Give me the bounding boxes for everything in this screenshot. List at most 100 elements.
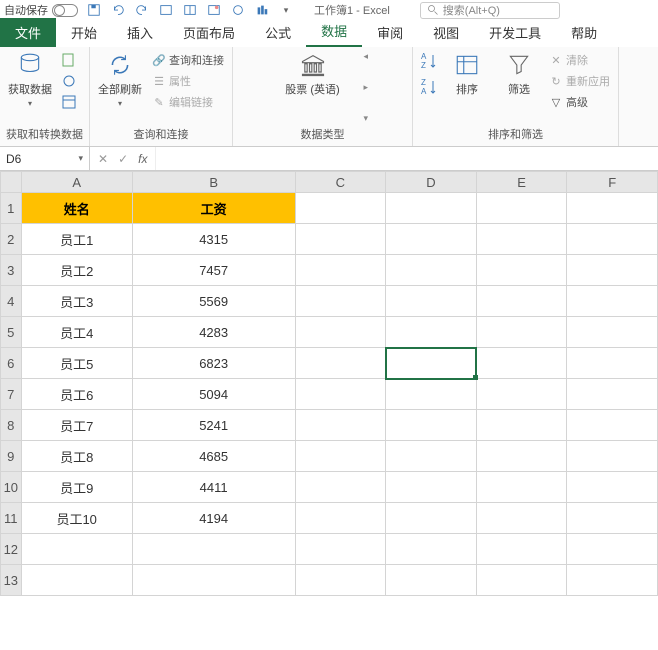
cell-A1[interactable]: 姓名 — [21, 193, 132, 224]
cell-E9[interactable] — [476, 441, 567, 472]
cell-F10[interactable] — [567, 472, 658, 503]
col-header-A[interactable]: A — [21, 172, 132, 193]
cell-F4[interactable] — [567, 286, 658, 317]
col-header-B[interactable]: B — [132, 172, 295, 193]
scroll-left-icon[interactable]: ◂ — [364, 51, 378, 62]
from-web-icon[interactable] — [60, 72, 78, 90]
cell-C6[interactable] — [295, 348, 386, 379]
cell-E5[interactable] — [476, 317, 567, 348]
row-header-13[interactable]: 13 — [1, 565, 22, 596]
cell-E12[interactable] — [476, 534, 567, 565]
cell-C9[interactable] — [295, 441, 386, 472]
spreadsheet-grid[interactable]: ABCDEF1姓名工资2员工143153员工274574员工355695员工44… — [0, 171, 658, 596]
qat-icon[interactable] — [230, 2, 246, 18]
cell-A7[interactable]: 员工6 — [21, 379, 132, 410]
cell-D5[interactable] — [386, 317, 477, 348]
sort-button[interactable]: 排序 — [443, 51, 491, 97]
row-header-12[interactable]: 12 — [1, 534, 22, 565]
col-header-E[interactable]: E — [476, 172, 567, 193]
reapply-button[interactable]: ↻重新应用 — [547, 72, 612, 90]
clear-button[interactable]: ✕清除 — [547, 51, 612, 69]
cell-C10[interactable] — [295, 472, 386, 503]
undo-icon[interactable] — [110, 2, 126, 18]
tab-review[interactable]: 审阅 — [362, 18, 418, 47]
sort-desc-button[interactable]: ZA — [419, 77, 439, 97]
redo-icon[interactable] — [134, 2, 150, 18]
qat-icon[interactable] — [254, 2, 270, 18]
cell-E3[interactable] — [476, 255, 567, 286]
cell-C3[interactable] — [295, 255, 386, 286]
cell-F9[interactable] — [567, 441, 658, 472]
cell-B4[interactable]: 5569 — [132, 286, 295, 317]
cell-D8[interactable] — [386, 410, 477, 441]
row-header-6[interactable]: 6 — [1, 348, 22, 379]
cell-D4[interactable] — [386, 286, 477, 317]
cell-E1[interactable] — [476, 193, 567, 224]
chevron-down-icon[interactable]: ▾ — [364, 113, 378, 124]
row-header-2[interactable]: 2 — [1, 224, 22, 255]
get-data-button[interactable]: 获取数据 ▾ — [6, 51, 54, 108]
row-header-7[interactable]: 7 — [1, 379, 22, 410]
cell-A13[interactable] — [21, 565, 132, 596]
fx-icon[interactable]: fx — [138, 152, 147, 166]
col-header-D[interactable]: D — [386, 172, 477, 193]
row-header-5[interactable]: 5 — [1, 317, 22, 348]
cell-D6[interactable] — [386, 348, 477, 379]
cell-D3[interactable] — [386, 255, 477, 286]
toggle-icon[interactable] — [52, 4, 78, 17]
cell-A11[interactable]: 员工10 — [21, 503, 132, 534]
cell-F7[interactable] — [567, 379, 658, 410]
cell-A8[interactable]: 员工7 — [21, 410, 132, 441]
cell-B5[interactable]: 4283 — [132, 317, 295, 348]
row-header-4[interactable]: 4 — [1, 286, 22, 317]
cell-E10[interactable] — [476, 472, 567, 503]
cell-E6[interactable] — [476, 348, 567, 379]
tab-data[interactable]: 数据 — [306, 16, 362, 47]
cell-D7[interactable] — [386, 379, 477, 410]
enter-icon[interactable]: ✓ — [118, 152, 128, 166]
cell-E7[interactable] — [476, 379, 567, 410]
cell-C13[interactable] — [295, 565, 386, 596]
cell-D9[interactable] — [386, 441, 477, 472]
queries-button[interactable]: 🔗查询和连接 — [150, 51, 226, 69]
save-icon[interactable] — [86, 2, 102, 18]
cell-E4[interactable] — [476, 286, 567, 317]
sort-asc-button[interactable]: AZ — [419, 51, 439, 71]
filter-button[interactable]: 筛选 — [495, 51, 543, 97]
search-box[interactable]: 搜索(Alt+Q) — [420, 2, 560, 19]
cell-F5[interactable] — [567, 317, 658, 348]
cell-F6[interactable] — [567, 348, 658, 379]
stocks-button[interactable]: 股票 (英语) — [268, 51, 358, 97]
cell-E2[interactable] — [476, 224, 567, 255]
cell-A9[interactable]: 员工8 — [21, 441, 132, 472]
cell-F11[interactable] — [567, 503, 658, 534]
cell-B3[interactable]: 7457 — [132, 255, 295, 286]
tab-layout[interactable]: 页面布局 — [168, 18, 250, 47]
row-header-11[interactable]: 11 — [1, 503, 22, 534]
properties-button[interactable]: ☰属性 — [150, 72, 226, 90]
cell-F12[interactable] — [567, 534, 658, 565]
cell-E13[interactable] — [476, 565, 567, 596]
tab-file[interactable]: 文件 — [0, 18, 56, 47]
cell-B9[interactable]: 4685 — [132, 441, 295, 472]
cell-D1[interactable] — [386, 193, 477, 224]
tab-view[interactable]: 视图 — [418, 18, 474, 47]
select-all-corner[interactable] — [1, 172, 22, 193]
cell-D12[interactable] — [386, 534, 477, 565]
cell-D13[interactable] — [386, 565, 477, 596]
cell-C5[interactable] — [295, 317, 386, 348]
cell-B11[interactable]: 4194 — [132, 503, 295, 534]
col-header-C[interactable]: C — [295, 172, 386, 193]
tab-insert[interactable]: 插入 — [112, 18, 168, 47]
cell-A2[interactable]: 员工1 — [21, 224, 132, 255]
advanced-button[interactable]: ▽高级 — [547, 93, 612, 111]
cell-C12[interactable] — [295, 534, 386, 565]
cell-D10[interactable] — [386, 472, 477, 503]
cell-D2[interactable] — [386, 224, 477, 255]
cell-E11[interactable] — [476, 503, 567, 534]
tab-help[interactable]: 帮助 — [556, 18, 612, 47]
autosave-toggle[interactable]: 自动保存 — [4, 2, 78, 18]
qat-icon[interactable] — [206, 2, 222, 18]
chevron-down-icon[interactable]: ▾ — [278, 2, 294, 18]
cell-A6[interactable]: 员工5 — [21, 348, 132, 379]
